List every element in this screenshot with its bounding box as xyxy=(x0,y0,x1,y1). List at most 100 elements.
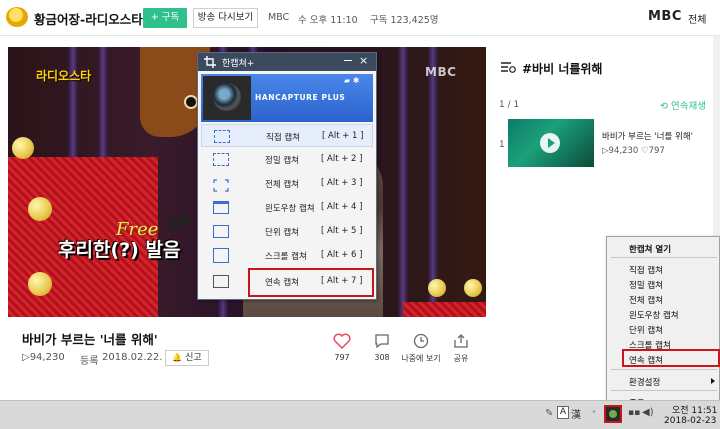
playlist-title: #바비 너를위해 xyxy=(522,62,603,76)
comment-count: 308 xyxy=(374,353,390,362)
menu-label: 단위 캡쳐 xyxy=(265,228,299,238)
stage-light-ball xyxy=(428,279,446,297)
playlist-item-thumbnail[interactable] xyxy=(508,119,594,167)
mbc-watermark: MBC xyxy=(425,65,457,79)
stage-red-board xyxy=(403,302,486,317)
horse-mask-eye xyxy=(184,95,198,109)
shortcut-label: [ Alt + 4 ] xyxy=(321,202,363,212)
comment-icon xyxy=(375,334,389,349)
menu-item-window[interactable]: 윈도우창 캡쳐 xyxy=(629,309,679,321)
share-label: 공유 xyxy=(453,354,469,363)
report-button[interactable]: 🔔 신고 xyxy=(165,350,209,366)
playlist-item-index: 1 xyxy=(499,140,505,150)
like-count: 797 xyxy=(334,353,350,362)
crop-icon xyxy=(204,56,216,68)
channel-logo[interactable] xyxy=(6,7,28,27)
continuous-play-toggle[interactable]: ⟲ 연속재생 xyxy=(660,98,706,112)
highlight-box-menu-continuous xyxy=(622,349,720,367)
hancapture-item-scroll[interactable]: 스크롤 캡쳐 [ Alt + 6 ] xyxy=(201,244,373,267)
stage-light-ball xyxy=(12,137,34,159)
subscribe-button[interactable]: + 구독 xyxy=(143,8,187,28)
stage-light-ball xyxy=(28,197,52,221)
hancapture-item-window[interactable]: 윈도우창 캡쳐 [ Alt + 4 ] xyxy=(201,196,373,219)
hancapture-title: 한캡쳐+ xyxy=(222,59,255,69)
video-title: 바비가 부르는 '너를 위해' xyxy=(22,332,158,347)
menu-item-open[interactable]: 한캡쳐 열기 xyxy=(629,243,671,255)
menu-item-direct[interactable]: 직접 캡쳐 xyxy=(629,264,663,276)
close-icon[interactable]: × xyxy=(359,54,368,67)
stage-light-ball xyxy=(28,272,52,296)
playlist-item-title[interactable]: 바비가 부르는 '너를 위해' xyxy=(602,130,693,142)
gear-icon[interactable]: ✱ xyxy=(353,76,360,85)
chevron-up-icon[interactable]: ˄ xyxy=(592,410,603,421)
hancapture-item-precise[interactable]: 정밀 캡쳐 [ Alt + 2 ] xyxy=(201,148,373,171)
screen: 황금어장-라디오스타 + 구독 방송 다시보기 MBC 수 오후 11:10 구… xyxy=(0,0,720,429)
shortcut-label: [ Alt + 6 ] xyxy=(321,250,363,260)
watch-later-label: 나중에 보기 xyxy=(401,354,441,363)
share-button[interactable]: 공유 xyxy=(441,333,481,364)
mbc-logo[interactable]: MBC xyxy=(648,9,682,24)
ime-hanja-icon[interactable]: 漢 xyxy=(571,406,584,421)
menu-item-full[interactable]: 전체 캡쳐 xyxy=(629,294,663,306)
clock-icon xyxy=(413,333,429,349)
comment-button[interactable]: 308 xyxy=(362,333,402,362)
menu-item-precise[interactable]: 정밀 캡쳐 xyxy=(629,279,663,291)
menu-label: 직접 캡쳐 xyxy=(266,133,300,143)
channel-header: 황금어장-라디오스타 + 구독 방송 다시보기 MBC 수 오후 11:10 구… xyxy=(0,0,720,36)
shortcut-label: [ Alt + 5 ] xyxy=(321,226,363,236)
like-button[interactable]: 797 xyxy=(322,333,362,362)
video-caption: 후리한(?) 발음 xyxy=(58,239,181,261)
shortcut-label: [ Alt + 1 ] xyxy=(322,131,364,141)
hancapture-item-unit[interactable]: 단위 캡쳐 [ Alt + 5 ] xyxy=(201,220,373,243)
repeat-icon: ⟲ xyxy=(660,101,668,112)
broadcaster-label: MBC xyxy=(268,12,290,23)
speaker-icon[interactable]: ◀) xyxy=(642,407,654,418)
continuous-play-label: 연속재생 xyxy=(671,101,706,112)
ime-a-icon[interactable]: A xyxy=(557,406,569,419)
hancapture-item-full[interactable]: 전체 캡쳐 [ Alt + 3 ] xyxy=(201,172,373,195)
hancapture-toolbar: ▰ ✱ xyxy=(344,76,359,85)
watch-later-button[interactable]: 나중에 보기 xyxy=(401,333,441,364)
menu-item-unit[interactable]: 단위 캡쳐 xyxy=(629,324,663,336)
clock-time[interactable]: 오전 11:51 xyxy=(672,403,717,416)
menu-item-settings[interactable]: 환경설정 xyxy=(629,376,660,388)
shortcut-label: [ Alt + 3 ] xyxy=(321,178,363,188)
stage-curtain xyxy=(398,47,408,317)
playlist-item-meta: ▷94,230 ♡797 xyxy=(602,146,665,156)
menu-label: 정밀 캡쳐 xyxy=(265,156,299,166)
highlight-box-continuous xyxy=(248,268,374,297)
stage-curtain xyxy=(428,47,438,317)
folder-icon[interactable]: ▰ xyxy=(344,76,350,85)
precise-capture-icon xyxy=(213,153,229,166)
stage-light-ball xyxy=(464,279,482,297)
hancapture-brand: HANCAPTURE PLUS xyxy=(255,93,346,102)
heart-icon xyxy=(333,333,351,349)
playlist-icon xyxy=(501,62,516,73)
bell-icon: 🔔 xyxy=(172,353,183,362)
clock-date[interactable]: 2018-02-23 xyxy=(664,416,716,426)
shortcut-label: [ Alt + 2 ] xyxy=(321,154,363,164)
hancapture-item-direct[interactable]: 직접 캡쳐 [ Alt + 1 ] xyxy=(201,124,373,147)
direct-capture-icon xyxy=(214,130,230,143)
unit-capture-icon xyxy=(213,225,229,238)
channel-title[interactable]: 황금어장-라디오스타 xyxy=(34,9,143,28)
view-count: ▷94,230 xyxy=(22,352,65,363)
menu-label: 스크롤 캡쳐 xyxy=(265,252,307,262)
upload-date: 2018.02.22. xyxy=(102,352,163,363)
microphone xyxy=(167,214,191,232)
window-capture-icon xyxy=(213,201,229,214)
menu-label: 윈도우창 캡쳐 xyxy=(265,204,315,214)
pen-tray-icon[interactable]: ✎ xyxy=(545,408,556,419)
menu-separator xyxy=(611,257,717,258)
network-icon[interactable]: ▪▪ xyxy=(628,408,640,419)
menu-label: 전체 캡쳐 xyxy=(265,180,299,190)
airtime-label: 수 오후 11:10 xyxy=(298,15,358,26)
play-icon xyxy=(540,133,560,153)
camera-lens-icon xyxy=(213,83,241,111)
replay-button[interactable]: 방송 다시보기 xyxy=(193,8,258,28)
submenu-arrow-icon xyxy=(711,378,715,384)
minimize-icon[interactable] xyxy=(344,60,352,61)
all-menu-link[interactable]: 전체 xyxy=(688,11,706,26)
hancapture-tray-icon[interactable] xyxy=(604,405,622,423)
hancapture-titlebar[interactable]: 한캡쳐+ × xyxy=(198,53,376,71)
